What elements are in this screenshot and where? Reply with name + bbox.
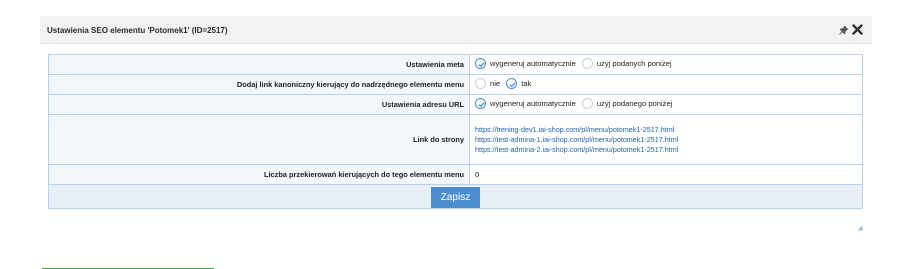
page-link-1[interactable]: https://trening-dev1.iai-shop.com/pl/men… [475, 125, 862, 135]
canonical-yes-option[interactable]: tak [506, 78, 531, 89]
meta-settings-options: wygeneruj automatycznie użyj podanych po… [469, 54, 863, 75]
save-row: Zapisz [48, 184, 863, 209]
page-link-3[interactable]: https://test-admina-2.iai-shop.com/pl/me… [475, 145, 862, 155]
canonical-link-row: Dodaj link kanoniczny kierujący do nadrz… [48, 74, 863, 95]
meta-auto-radio[interactable] [475, 58, 486, 69]
redirects-count-value: 0 [469, 164, 863, 185]
canonical-no-label: nie [490, 79, 501, 88]
url-custom-label: użyj podanego poniżej [596, 99, 673, 108]
meta-custom-label: użyj podanych poniżej [596, 59, 672, 68]
save-button[interactable]: Zapisz [430, 186, 481, 208]
page-link-2[interactable]: https://test-admina-1.iai-shop.com/pl/me… [475, 135, 862, 145]
url-custom-option[interactable]: użyj podanego poniżej [581, 98, 673, 109]
page-link-row: Link do strony https://trening-dev1.iai-… [48, 114, 863, 165]
canonical-no-option[interactable]: nie [475, 78, 500, 89]
seo-form-table: Ustawienia meta wygeneruj automatycznie … [48, 54, 863, 209]
dialog-title: Ustawienia SEO elementu 'Potomek1' (ID=2… [47, 26, 228, 35]
canonical-link-label: Dodaj link kanoniczny kierujący do nadrz… [48, 74, 470, 95]
page-link-label: Link do strony [48, 114, 470, 165]
canonical-yes-label: tak [521, 79, 532, 88]
redirects-count-row: Liczba przekierowań kierujących do tego … [48, 164, 863, 185]
url-settings-label: Ustawienia adresu URL [48, 94, 470, 115]
url-auto-label: wygeneruj automatycznie [490, 99, 576, 108]
meta-settings-row: Ustawienia meta wygeneruj automatycznie … [48, 54, 863, 75]
resize-handle-icon[interactable] [857, 224, 863, 231]
url-auto-radio[interactable] [475, 98, 486, 109]
meta-auto-label: wygeneruj automatycznie [490, 59, 576, 68]
canonical-link-options: nie tak [469, 74, 863, 95]
dialog-titlebar[interactable]: Ustawienia SEO elementu 'Potomek1' (ID=2… [40, 16, 872, 44]
url-settings-row: Ustawienia adresu URL wygeneruj automaty… [48, 94, 863, 115]
meta-auto-option[interactable]: wygeneruj automatycznie [475, 58, 576, 69]
canonical-no-radio[interactable] [475, 78, 486, 89]
meta-settings-label: Ustawienia meta [48, 54, 470, 75]
seo-settings-dialog: Ustawienia SEO elementu 'Potomek1' (ID=2… [40, 10, 872, 231]
meta-custom-radio[interactable] [581, 58, 593, 69]
url-auto-option[interactable]: wygeneruj automatycznie [475, 98, 576, 109]
meta-custom-option[interactable]: użyj podanych poniżej [581, 58, 672, 69]
save-cell: Zapisz [48, 184, 863, 209]
page-links: https://trening-dev1.iai-shop.com/pl/men… [469, 114, 863, 165]
pin-icon[interactable] [839, 25, 849, 35]
url-settings-options: wygeneruj automatycznie użyj podanego po… [469, 94, 863, 115]
close-icon[interactable] [852, 24, 863, 35]
canonical-yes-radio[interactable] [506, 78, 518, 89]
url-custom-radio[interactable] [581, 98, 593, 109]
redirects-count-label: Liczba przekierowań kierujących do tego … [48, 164, 470, 185]
